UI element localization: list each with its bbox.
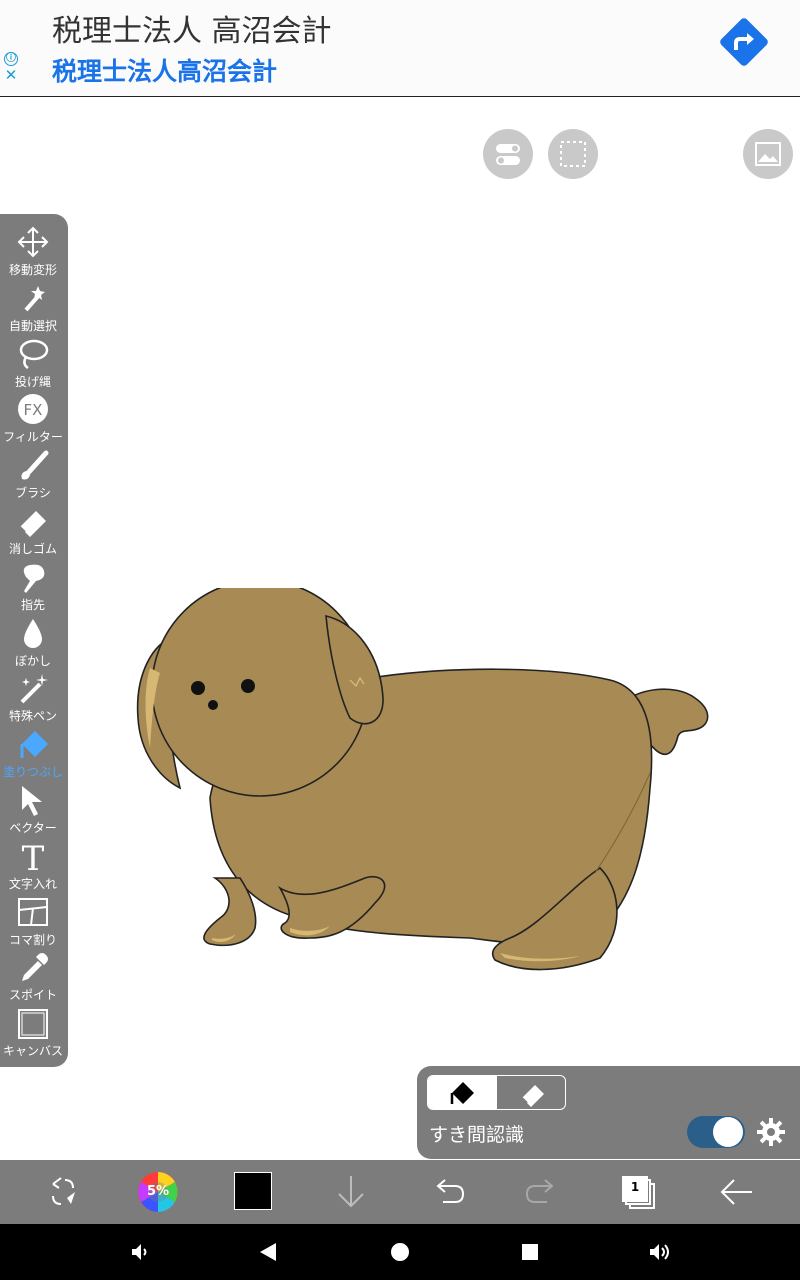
toggle-knob [713, 1117, 743, 1147]
tool-finger[interactable]: 指先 [0, 561, 68, 617]
fill-bucket-icon [20, 731, 48, 759]
sparkle-pen-icon [20, 674, 48, 704]
tool-move[interactable]: 移動変形 [0, 226, 68, 282]
move-arrows-icon [17, 226, 49, 258]
volume-down-icon[interactable] [126, 1238, 154, 1266]
text-t-icon: T [22, 840, 45, 872]
tool-label: ぼかし [14, 653, 51, 668]
fill-bucket-icon [450, 1082, 474, 1104]
undo-icon[interactable] [425, 1170, 469, 1214]
panel-divide-icon [18, 897, 48, 926]
back-triangle-icon[interactable] [254, 1238, 282, 1266]
layer-count: 1 [630, 1180, 640, 1194]
magic-wand-icon [24, 285, 45, 312]
back-arrow-icon[interactable] [714, 1170, 758, 1214]
dashed-select-icon [560, 141, 586, 167]
picture-icon [755, 142, 781, 166]
tool-special-pen[interactable]: 特殊ペン [0, 672, 68, 728]
tool-label: 自動選択 [8, 318, 57, 333]
gap-detection-label: すき間認識 [429, 1124, 525, 1146]
tool-fill[interactable]: 塗りつぶし [0, 728, 68, 784]
selection-button[interactable] [548, 129, 598, 179]
tool-label: 特殊ペン [8, 709, 57, 724]
tool-filter[interactable]: FX フィルター [0, 393, 68, 449]
canvas-icon [18, 1009, 48, 1040]
brush-icon [21, 450, 49, 480]
ad-close-icon[interactable]: ✕ [4, 68, 18, 83]
color-wheel-button[interactable]: 5% [136, 1170, 180, 1214]
tool-label: スポイト [8, 988, 57, 1003]
eraser-icon [521, 1085, 544, 1107]
fill-mode-fill-button[interactable] [428, 1076, 497, 1109]
tool-label: 消しゴム [8, 542, 57, 556]
gap-detection-toggle[interactable] [687, 1116, 745, 1148]
ad-subtitle[interactable]: 税理士法人高沼会計 [52, 52, 277, 88]
swap-tools-icon[interactable] [41, 1170, 85, 1214]
ad-title[interactable]: 税理士法人 高沼会計 [52, 6, 332, 50]
tool-blur[interactable]: ぼかし [0, 617, 68, 673]
ad-banner[interactable]: ⓘ ✕ 税理士法人 高沼会計 税理士法人高沼会計 [0, 0, 800, 97]
current-color-swatch[interactable] [234, 1172, 272, 1210]
tool-label: 移動変形 [8, 263, 57, 277]
svg-text:T: T [22, 840, 45, 872]
tool-label: フィルター [3, 430, 63, 445]
layers-button[interactable]: 1 [620, 1170, 664, 1214]
tool-panel[interactable]: コマ割り [0, 896, 68, 952]
opacity-label: 5% [146, 1184, 170, 1199]
toggle-switch-icon [496, 144, 520, 165]
tool-label: コマ割り [8, 932, 57, 947]
bottom-toolbar: 5% 1 [0, 1160, 800, 1224]
tool-eyedropper[interactable]: スポイト [0, 951, 68, 1007]
svg-text:FX: FX [24, 401, 43, 419]
tool-auto-select[interactable]: 自動選択 [0, 282, 68, 338]
tool-label: ベクター [9, 821, 57, 835]
finger-icon [23, 564, 45, 593]
system-nav-bar [0, 1224, 800, 1280]
lasso-icon [19, 339, 49, 369]
layer-toggle-button[interactable] [483, 129, 533, 179]
tool-label: 投げ縄 [14, 374, 51, 389]
ad-info-icon[interactable]: ⓘ [4, 52, 18, 66]
fill-mode-erase-button[interactable] [497, 1076, 565, 1109]
tool-lasso[interactable]: 投げ縄 [0, 338, 68, 394]
volume-up-icon[interactable] [646, 1238, 674, 1266]
directions-icon[interactable] [716, 14, 772, 70]
home-circle-icon[interactable] [386, 1238, 414, 1266]
canvas-drawing[interactable] [130, 588, 714, 982]
fx-icon: FX [18, 394, 48, 425]
tool-label: 指先 [20, 597, 45, 612]
recents-square-icon[interactable] [516, 1238, 544, 1266]
down-arrow-icon[interactable] [329, 1170, 373, 1214]
tool-label: キャンバス [2, 1044, 63, 1059]
tool-label: 塗りつぶし [2, 765, 64, 780]
app-screen: ⓘ ✕ 税理士法人 高沼会計 税理士法人高沼会計 移動変形 自動選択 投げ縄 F… [0, 0, 800, 1280]
eraser-icon [19, 511, 46, 537]
eyedropper-icon [22, 953, 48, 982]
tool-label: 文字入れ [8, 876, 57, 891]
tool-text[interactable]: T 文字入れ [0, 840, 68, 896]
tool-sidebar: 移動変形自動選択投げ縄 FX フィルターブラシ消しゴム指先ぼかし特殊ペン塗りつぶしベ… [0, 214, 68, 1067]
tool-label: ブラシ [15, 486, 51, 501]
tool-canvas[interactable]: キャンバス [0, 1007, 68, 1063]
redo-icon[interactable] [521, 1170, 565, 1214]
tool-brush[interactable]: ブラシ [0, 449, 68, 505]
cursor-arrow-icon [22, 786, 42, 816]
drop-icon [24, 618, 42, 648]
tool-vector[interactable]: ベクター [0, 784, 68, 840]
image-button[interactable] [743, 129, 793, 179]
fill-options-panel: すき間認識 [417, 1066, 800, 1159]
tool-eraser[interactable]: 消しゴム [0, 505, 68, 561]
gear-icon[interactable] [755, 1116, 787, 1148]
fill-mode-segmented [427, 1075, 566, 1110]
